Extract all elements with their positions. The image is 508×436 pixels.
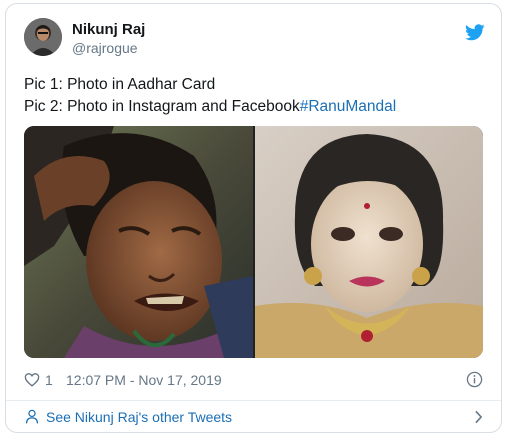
- tweet-text-line-2-body: Pic 2: Photo in Instagram and Facebook: [24, 98, 300, 115]
- photo-crying-woman[interactable]: [24, 126, 253, 358]
- author-display-name[interactable]: Nikunj Raj: [72, 20, 145, 39]
- tweet-meta: 1 12:07 PM - Nov 17, 2019: [24, 371, 485, 391]
- tweet-header: Nikunj Raj @rajrogue: [24, 18, 485, 66]
- tweet-text-line-2: Pic 2: Photo in Instagram and Facebook#R…: [24, 96, 485, 118]
- info-icon[interactable]: [466, 371, 483, 388]
- tweet-card: Nikunj Raj @rajrogue Pic 1: Photo in Aad…: [5, 3, 502, 433]
- chevron-right-icon[interactable]: [474, 410, 483, 424]
- tweet-media[interactable]: [24, 126, 483, 358]
- author-names: Nikunj Raj @rajrogue: [72, 20, 145, 57]
- heart-icon[interactable]: [24, 372, 40, 387]
- see-other-tweets-link[interactable]: See Nikunj Raj's other Tweets: [24, 408, 485, 428]
- person-icon: [25, 409, 39, 424]
- twitter-logo-icon[interactable]: [465, 24, 485, 41]
- hashtag-link[interactable]: #RanuMandal: [300, 98, 397, 115]
- see-other-tweets-label[interactable]: See Nikunj Raj's other Tweets: [46, 409, 232, 425]
- avatar[interactable]: [24, 18, 62, 56]
- photo-bridal-woman[interactable]: [255, 126, 483, 358]
- tweet-timestamp[interactable]: 12:07 PM - Nov 17, 2019: [66, 372, 222, 388]
- divider: [6, 400, 501, 401]
- like-count: 1: [45, 372, 53, 388]
- tweet-text-line-1: Pic 1: Photo in Aadhar Card: [24, 76, 216, 93]
- avatar-image: [24, 18, 62, 56]
- author-handle[interactable]: @rajrogue: [72, 39, 145, 57]
- tweet-text: Pic 1: Photo in Aadhar Card Pic 2: Photo…: [24, 74, 485, 118]
